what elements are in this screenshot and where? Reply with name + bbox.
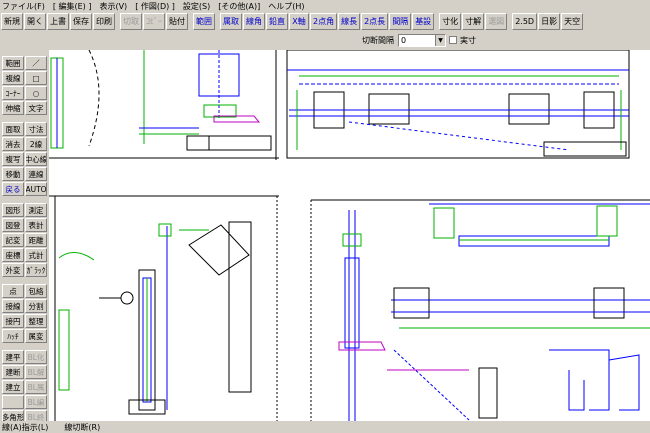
tool-button[interactable]: ﾊｯﾁ [2, 329, 24, 343]
tool-button[interactable]: 複線 [2, 71, 24, 85]
tool-button[interactable]: 整理 [25, 314, 47, 328]
toolbar-button[interactable]: 範囲 [193, 13, 215, 30]
actual-size-label: 実寸 [460, 36, 476, 45]
tool-button[interactable]: 図登 [2, 218, 24, 232]
tool-button[interactable]: 距離 [25, 233, 47, 247]
status-bar: 線(A)指示(L) 線切断(R) [0, 421, 650, 433]
app-window: ファイル(F) [ 編集(E) ] 表示(V) [ 作図(D) ] 設定(S) [その他(… [0, 0, 650, 433]
menu-item[interactable]: 設定(S) [183, 1, 210, 12]
toolbar-button[interactable]: 保存 [70, 13, 92, 30]
tool-button[interactable]: 分割 [25, 299, 47, 313]
status-left-text: 線(A)指示(L) [2, 422, 49, 432]
tool-button[interactable]: 移動 [2, 167, 24, 181]
tool-button[interactable]: 包絡 [25, 284, 47, 298]
tool-button[interactable]: 戻る [2, 182, 24, 196]
tool-button[interactable]: 表計 [25, 218, 47, 232]
toolbar-button[interactable]: 寸化 [439, 13, 462, 30]
toolbar-button[interactable]: 新規 [1, 13, 23, 30]
toolbar-button[interactable]: 鉛直 [266, 13, 288, 30]
tool-button[interactable]: 建立 [2, 380, 24, 394]
tool-button[interactable]: BL編 [25, 395, 47, 409]
toolbar-button[interactable]: 線角 [243, 13, 265, 30]
toolbar-button[interactable]: 開く [24, 13, 46, 30]
toolbar-button[interactable]: X軸 [289, 13, 309, 30]
toolbar-button[interactable]: 貼付 [166, 13, 188, 30]
toolbar-button[interactable]: 寸解 [462, 13, 485, 30]
toolbar-button[interactable]: ｺﾋﾟｰ [143, 13, 165, 30]
tool-button[interactable]: 外変 [2, 263, 24, 277]
tool-button[interactable]: ｺｰﾅｰ [2, 86, 24, 100]
status-right-text: 線切断(R) [64, 422, 101, 432]
tool-button[interactable]: 中心線 [25, 152, 47, 166]
tool-button[interactable]: 寸法 [25, 122, 47, 136]
tool-button[interactable]: 接線 [2, 299, 24, 313]
tool-button[interactable]: 建平 [2, 350, 24, 364]
cut-interval-label: 切断間隔 [362, 36, 394, 45]
main-toolbar: 新規 開く 上書 保存 印刷 切取 ｺﾋﾟｰ 貼付 範囲 属取 線角 鉛直 X軸 2点角 線長 2点長 間隔 基設… [0, 12, 650, 31]
tool-button[interactable]: AUTO [25, 182, 47, 196]
toolbar-button[interactable]: 線長 [338, 13, 361, 30]
menu-item[interactable]: ヘルプ(H) [268, 1, 304, 12]
menu-item[interactable]: 表示(V) [99, 1, 127, 12]
tool-button[interactable]: 文字 [25, 101, 47, 115]
tool-button[interactable]: 伸縮 [2, 101, 24, 115]
tool-button[interactable]: ／ [25, 56, 47, 70]
menu-bar: ファイル(F) [ 編集(E) ] 表示(V) [ 作図(D) ] 設定(S) [その他(… [0, 0, 650, 12]
toolbar-button[interactable]: 選図 [485, 13, 508, 30]
cut-interval-select[interactable]: 0 ▼ [398, 34, 446, 47]
tool-button[interactable]: 連線 [25, 167, 47, 181]
tool-button[interactable]: 複写 [2, 152, 24, 166]
tool-button[interactable] [2, 395, 24, 409]
tool-button[interactable]: 図形 [2, 203, 24, 217]
tool-button[interactable]: 範囲 [2, 56, 24, 70]
tool-button[interactable]: ○ [25, 86, 47, 100]
tool-button[interactable]: 消去 [2, 137, 24, 151]
chevron-down-icon[interactable]: ▼ [435, 35, 445, 46]
toolbar-button[interactable]: 2点角 [310, 13, 338, 30]
toolbar-button[interactable]: 日影 [538, 13, 561, 30]
toolbar-button[interactable]: 印刷 [93, 13, 115, 30]
actual-size-checkbox[interactable] [449, 36, 457, 44]
menu-item[interactable]: [ 作図(D) ] [135, 1, 175, 12]
tool-button[interactable]: 属変 [25, 329, 47, 343]
menu-item[interactable]: [その他(A)] [218, 1, 260, 12]
control-bar: 切断間隔 0 ▼ 実寸 [0, 31, 650, 50]
drawing-canvas[interactable] [49, 50, 650, 421]
tool-button[interactable]: 建断 [2, 365, 24, 379]
toolbar-button[interactable]: 間隔 [389, 13, 412, 30]
cad-drawing [49, 50, 650, 421]
tool-button[interactable]: 座標 [2, 248, 24, 262]
toolbar-button[interactable]: 属取 [220, 13, 242, 30]
toolbar-button[interactable]: 2.5D [512, 13, 538, 30]
cut-interval-value: 0 [401, 36, 407, 45]
tool-button[interactable]: 測定 [25, 203, 47, 217]
tool-button[interactable]: BL解 [25, 365, 47, 379]
tool-button[interactable]: 記変 [2, 233, 24, 247]
tool-button[interactable]: 面取 [2, 122, 24, 136]
tool-button[interactable]: 接円 [2, 314, 24, 328]
toolbar-button[interactable]: 基設 [412, 13, 435, 30]
tool-button[interactable]: 2線 [25, 137, 47, 151]
toolbar-button[interactable]: 天空 [561, 13, 584, 30]
tool-button[interactable]: 点 [2, 284, 24, 298]
tool-button[interactable]: BL化 [25, 350, 47, 364]
tool-palette: 範囲／複線 □ ｺｰﾅｰ ○ 伸縮 文字 面取 寸法 消去 2線 複写 中心線 移動 連線 戻る AUTO 図形… [0, 50, 48, 433]
tool-button[interactable]: □ [25, 71, 47, 85]
toolbar-button[interactable]: 上書 [47, 13, 69, 30]
toolbar-button[interactable]: 2点長 [361, 13, 389, 30]
menu-item[interactable]: ファイル(F) [2, 1, 45, 12]
tool-button[interactable]: 式計 [25, 248, 47, 262]
toolbar-button[interactable]: 切取 [120, 13, 142, 30]
tool-button[interactable]: BL属 [25, 380, 47, 394]
menu-item[interactable]: [ 編集(E) ] [53, 1, 92, 12]
tool-button[interactable]: ｶﾞﾗｯｸ [25, 263, 47, 277]
